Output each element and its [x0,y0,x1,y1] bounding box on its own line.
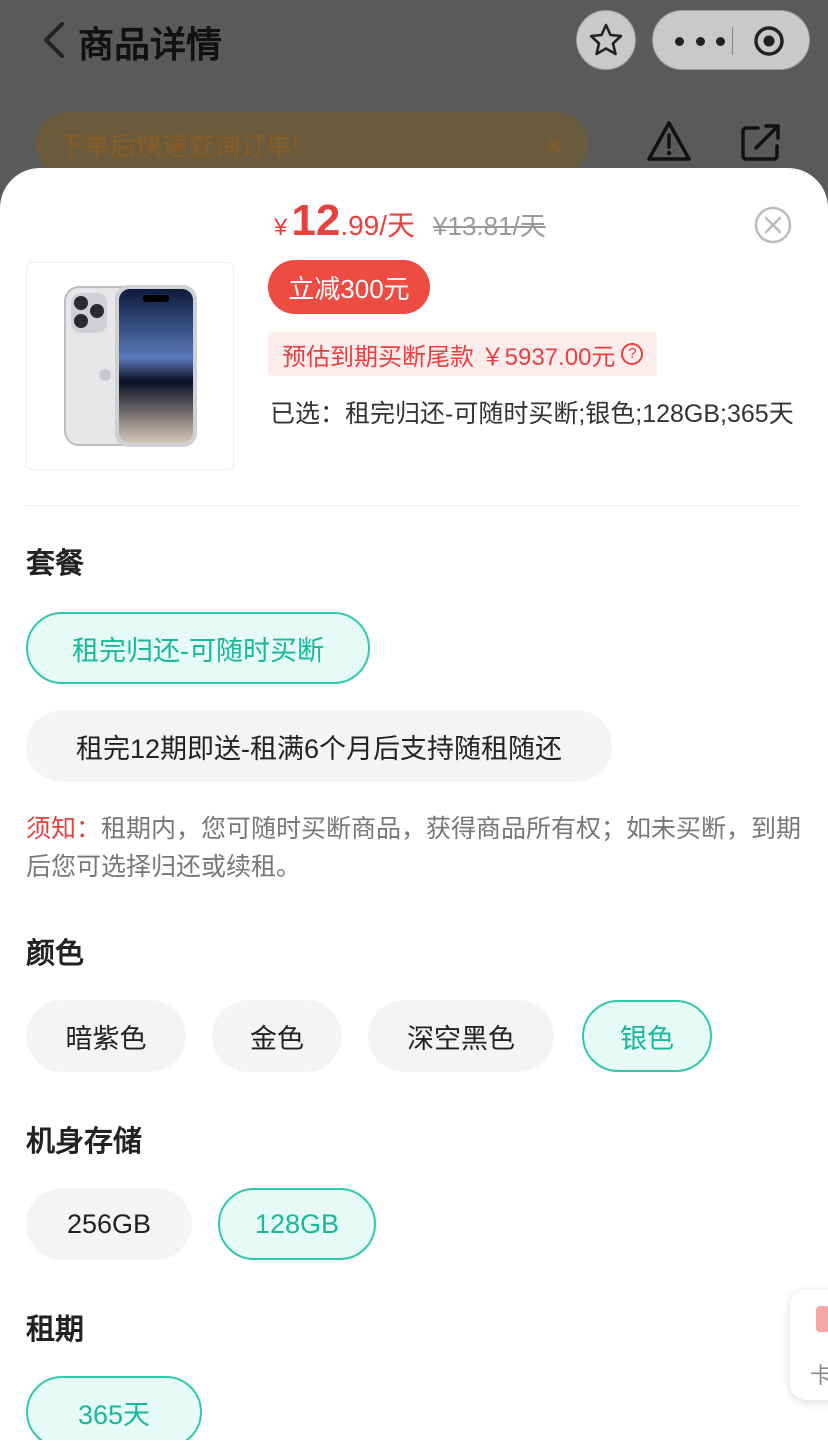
plan-section-title: 套餐 [26,548,85,580]
plan-option-12-periods[interactable]: 租完12期即送-租满6个月后支持随租随还 [26,710,612,782]
sku-selection-sheet: ¥ 12 .99/天 ¥13.81/天 立减300元 预估到期买断尾款 ￥593… [0,168,828,1440]
term-section-title: 租期 [26,1314,85,1346]
price-row: ¥ 12 .99/天 ¥13.81/天 [274,196,546,252]
color-option-gold[interactable]: 金色 [212,1000,342,1072]
top-bar: 商品详情 [0,0,828,90]
more-icon[interactable] [675,29,725,53]
discount-badge: 立减300元 [268,260,430,314]
color-option-silver[interactable]: 银色 [582,1000,712,1072]
favorite-button[interactable] [576,10,636,70]
storage-option-256gb[interactable]: 256GB [26,1188,192,1260]
price-currency: ¥ [274,214,288,241]
plan-notice: 须知：租期内，您可随时买断商品，获得商品所有权；如未买断，到期后您可选择归还或续… [26,810,806,886]
phone-image-icon [64,285,197,447]
order-notice-text: 下单后快速查询订单! [58,131,300,161]
floating-card-icon [816,1306,828,1332]
divider [26,505,802,506]
notice-close-icon[interactable]: × [546,130,562,162]
back-arrow-icon[interactable] [40,22,70,58]
page-title: 商品详情 [78,24,223,65]
close-icon[interactable] [754,206,792,244]
term-option-365-days[interactable]: 365天 [26,1376,202,1440]
exit-target-icon[interactable] [753,25,785,57]
original-price: ¥13.81/天 [433,211,546,241]
floating-card-label: 卡 [810,1363,828,1388]
buyout-estimate-text: 预估到期买断尾款 ￥5937.00元 [282,343,616,371]
storage-section-title: 机身存储 [26,1126,143,1158]
star-icon [589,23,623,56]
color-option-purple[interactable]: 暗紫色 [26,1000,186,1072]
miniapp-capsule [652,10,810,70]
notice-label: 须知： [26,815,102,843]
storage-option-128gb[interactable]: 128GB [218,1188,376,1260]
floating-service-card[interactable]: 卡 [790,1290,828,1400]
share-icon[interactable] [740,122,782,162]
buyout-estimate: 预估到期买断尾款 ￥5937.00元 ? [268,332,658,376]
product-image [26,262,234,470]
color-option-space-black[interactable]: 深空黑色 [368,1000,554,1072]
warning-icon[interactable] [646,120,692,162]
color-section-title: 颜色 [26,938,85,970]
question-icon[interactable]: ? [621,343,644,365]
capsule-divider [732,27,733,55]
price-decimal-unit: .99/天 [340,210,416,241]
selected-summary: 已选：租完归还-可随时买断;银色;128GB;365天 [270,400,794,428]
price-integer: 12 [291,196,341,245]
notice-content: 租期内，您可随时买断商品，获得商品所有权；如未买断，到期后您可选择归还或续租。 [26,815,802,881]
plan-option-return-buyout[interactable]: 租完归还-可随时买断 [26,612,370,684]
